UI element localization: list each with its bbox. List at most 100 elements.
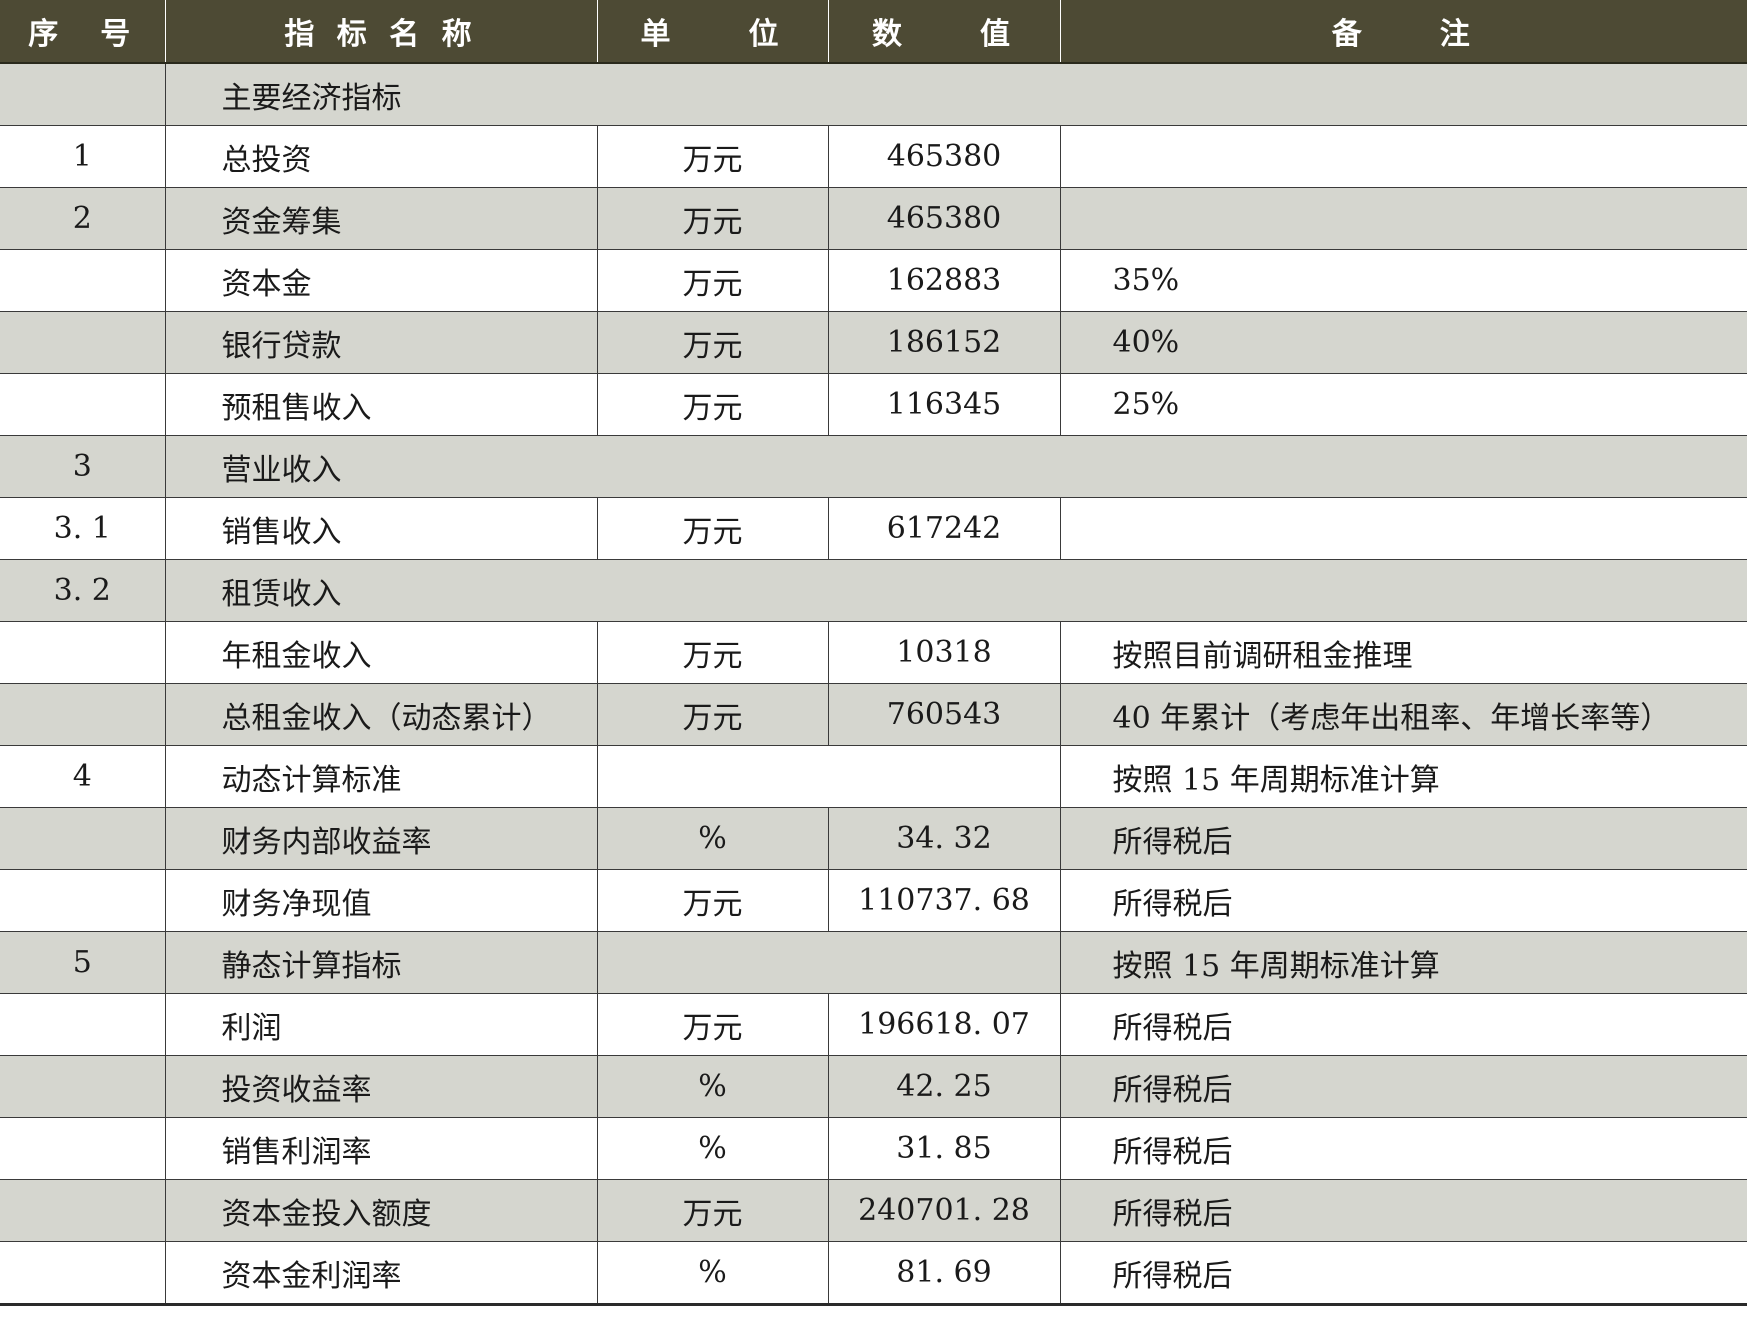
header-value: 数 值 [827,0,1060,64]
cell-unit: 万元 [596,1179,828,1242]
cell-no: 5 [0,931,165,994]
cell-unit: 万元 [596,621,828,684]
cell-indicator-name: 资金筹集 [164,187,597,250]
table-body: 主要经济指标 1 总投资 万元 465380 2 资金筹集 万元 465380 资本金 万元 1628… [0,63,1747,1306]
cell-note: 按照 15 年周期标准计算 [1059,931,1747,994]
cell-no [0,683,165,746]
cell-note: 所得税后 [1059,1055,1747,1118]
cell-indicator-name: 预租售收入 [164,373,597,436]
cell-unit: % [596,1055,828,1118]
cell-unit: 万元 [596,497,828,560]
header-indicator-name: 指 标 名 称 [164,0,597,64]
cell-no [0,63,165,126]
cell-indicator-name: 银行贷款 [164,311,597,374]
cell-indicator-name: 销售利润率 [164,1117,597,1180]
cell-value: 760543 [827,683,1060,746]
cell-indicator-name: 静态计算指标 [164,931,597,994]
cell-value: 81. 69 [827,1241,1060,1306]
cell-value: 10318 [827,621,1060,684]
cell-note: 所得税后 [1059,869,1747,932]
economic-indicators-table-wrap: 序 号 指 标 名 称 单 位 数 值 备 注 主要经济指标 1 总投资 万元 4653… [0,0,1747,1306]
cell-unit: % [596,1241,828,1306]
cell-value: 34. 32 [827,807,1060,870]
cell-unit: % [596,807,828,870]
cell-indicator-name: 营业收入 [164,435,1747,498]
cell-no [0,807,165,870]
header-no: 序 号 [0,0,165,64]
table-row: 1 总投资 万元 465380 [0,125,1747,188]
cell-note: 所得税后 [1059,993,1747,1056]
table-row: 销售利润率% 31. 85 所得税后 [0,1117,1747,1180]
cell-indicator-name: 动态计算标准 [164,745,597,808]
table-row: 投资收益率% 42. 25 所得税后 [0,1055,1747,1118]
cell-note [1059,125,1747,188]
cell-unit-value-merged [596,931,1060,994]
cell-note: 25% [1059,373,1747,436]
table-row: 5 静态计算指标 按照 15 年周期标准计算 [0,931,1747,994]
cell-value: 162883 [827,249,1060,312]
cell-unit-value-merged [596,745,1060,808]
cell-unit: 万元 [596,125,828,188]
table-row: 4 动态计算标准 按照 15 年周期标准计算 [0,745,1747,808]
cell-unit: 万元 [596,993,828,1056]
cell-indicator-name: 资本金投入额度 [164,1179,597,1242]
cell-no: 3. 1 [0,497,165,560]
cell-note: 40 年累计（考虑年出租率、年增长率等） [1059,683,1747,746]
cell-no [0,1117,165,1180]
cell-unit: 万元 [596,249,828,312]
cell-value: 42. 25 [827,1055,1060,1118]
cell-indicator-name: 资本金 [164,249,597,312]
cell-note: 40% [1059,311,1747,374]
cell-value: 186152 [827,311,1060,374]
cell-unit: 万元 [596,869,828,932]
cell-indicator-name: 财务净现值 [164,869,597,932]
cell-value: 31. 85 [827,1117,1060,1180]
table-row: 年租金收入 万元 10318 按照目前调研租金推理 [0,621,1747,684]
cell-value: 465380 [827,125,1060,188]
cell-note: 所得税后 [1059,807,1747,870]
cell-indicator-name: 销售收入 [164,497,597,560]
table-row: 预租售收入 万元 116345 25% [0,373,1747,436]
table-row: 资本金投入额度 万元 240701. 28 所得税后 [0,1179,1747,1242]
cell-value: 465380 [827,187,1060,250]
table-row: 财务净现值 万元 110737. 68 所得税后 [0,869,1747,932]
table-row: 资本金利润率% 81. 69 所得税后 [0,1241,1747,1306]
cell-indicator-name: 总租金收入（动态累计） [164,683,597,746]
header-row: 序 号 指 标 名 称 单 位 数 值 备 注 [0,0,1747,64]
cell-note [1059,187,1747,250]
cell-no [0,373,165,436]
table-row: 3 营业收入 [0,435,1747,498]
cell-unit: 万元 [596,683,828,746]
cell-no [0,993,165,1056]
economic-indicators-table: 序 号 指 标 名 称 单 位 数 值 备 注 主要经济指标 1 总投资 万元 4653… [0,0,1747,1306]
header-unit: 单 位 [596,0,828,64]
table-row: 财务内部收益率% 34. 32 所得税后 [0,807,1747,870]
cell-indicator-name: 利润 [164,993,597,1056]
cell-value: 196618. 07 [827,993,1060,1056]
cell-no: 4 [0,745,165,808]
cell-note: 所得税后 [1059,1179,1747,1242]
cell-note [1059,497,1747,560]
table-header: 序 号 指 标 名 称 单 位 数 值 备 注 [0,0,1747,64]
cell-no [0,621,165,684]
cell-no: 3. 2 [0,559,165,622]
cell-value: 617242 [827,497,1060,560]
cell-note: 按照目前调研租金推理 [1059,621,1747,684]
cell-indicator-name: 财务内部收益率 [164,807,597,870]
cell-indicator-name: 投资收益率 [164,1055,597,1118]
cell-note: 按照 15 年周期标准计算 [1059,745,1747,808]
cell-value: 240701. 28 [827,1179,1060,1242]
cell-no: 2 [0,187,165,250]
cell-no [0,1055,165,1118]
cell-no [0,1179,165,1242]
cell-unit: 万元 [596,187,828,250]
cell-no [0,249,165,312]
table-row: 总租金收入（动态累计） 万元 760543 40 年累计（考虑年出租率、年增长率等） [0,683,1747,746]
table-row: 主要经济指标 [0,63,1747,126]
table-row: 2 资金筹集 万元 465380 [0,187,1747,250]
cell-note: 所得税后 [1059,1241,1747,1306]
cell-note: 所得税后 [1059,1117,1747,1180]
cell-unit: 万元 [596,373,828,436]
cell-indicator-name: 总投资 [164,125,597,188]
cell-no [0,869,165,932]
